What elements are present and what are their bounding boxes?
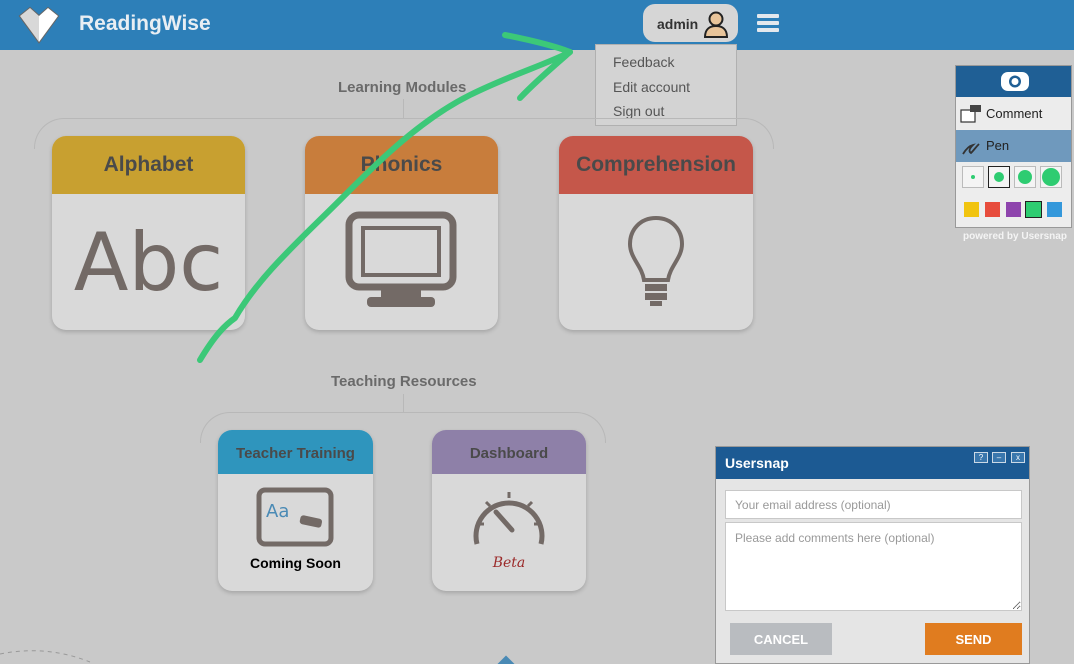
minimize-button[interactable]: – bbox=[992, 452, 1006, 463]
pen-color-green[interactable] bbox=[1025, 201, 1042, 218]
email-input[interactable] bbox=[725, 490, 1022, 519]
comment-tool[interactable]: Comment bbox=[956, 97, 1071, 129]
pen-icon bbox=[962, 143, 980, 155]
camera-icon bbox=[1001, 72, 1029, 91]
usersnap-toolbar-header[interactable] bbox=[956, 66, 1071, 97]
pen-label: Pen bbox=[986, 138, 1010, 153]
comment-textarea[interactable] bbox=[725, 522, 1022, 611]
pen-size-small[interactable] bbox=[962, 166, 984, 188]
send-button[interactable]: SEND bbox=[925, 623, 1022, 655]
usersnap-feedback-dialog: Usersnap ? – x CANCEL SEND bbox=[715, 446, 1030, 664]
dialog-header: Usersnap ? – x bbox=[716, 447, 1029, 479]
pen-color-red[interactable] bbox=[985, 202, 1000, 217]
pen-size-xlarge[interactable] bbox=[1040, 166, 1062, 188]
pen-color-purple[interactable] bbox=[1006, 202, 1021, 217]
help-button[interactable]: ? bbox=[974, 452, 988, 463]
powered-by-usersnap[interactable]: powered by Usersnap bbox=[963, 231, 1067, 242]
pen-tool[interactable]: Pen bbox=[956, 130, 1071, 162]
comment-icon bbox=[960, 105, 981, 123]
cancel-button[interactable]: CANCEL bbox=[730, 623, 832, 655]
pen-size-medium[interactable] bbox=[988, 166, 1010, 188]
comment-label: Comment bbox=[986, 106, 1043, 121]
dialog-title: Usersnap bbox=[725, 455, 789, 471]
pen-color-blue[interactable] bbox=[1047, 202, 1062, 217]
close-button[interactable]: x bbox=[1011, 452, 1025, 463]
pen-size-large[interactable] bbox=[1014, 166, 1036, 188]
pen-color-yellow[interactable] bbox=[964, 202, 979, 217]
